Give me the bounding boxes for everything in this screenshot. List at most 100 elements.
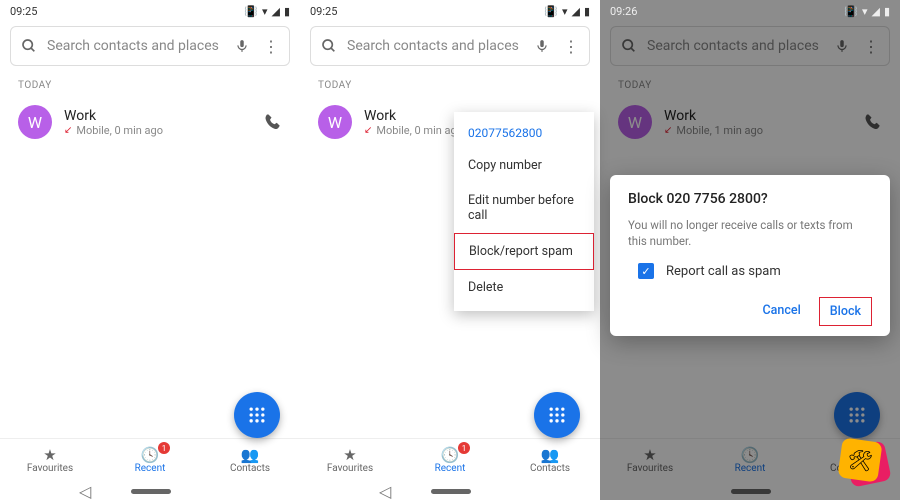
status-icons: 📳 ▾ ◢ ▮ — [244, 5, 290, 18]
dialog-checkbox-row[interactable]: ✓ Report call as spam — [628, 263, 872, 279]
star-icon: ★ — [43, 448, 56, 463]
phone-icon[interactable] — [264, 113, 282, 131]
tab-contacts[interactable]: 👥Contacts — [200, 439, 300, 482]
menu-block-spam[interactable]: Block/report spam — [454, 233, 594, 270]
dialpad-icon — [247, 405, 267, 425]
tab-recent[interactable]: 🕓Recent1 — [100, 439, 200, 482]
phone-icon — [864, 113, 882, 131]
signal-icon: ◢ — [571, 5, 579, 18]
entry-sub: ↙Mobile, 0 min ago — [64, 124, 252, 137]
vibrate-icon: 📳 — [244, 5, 258, 18]
people-icon: 👥 — [541, 448, 560, 463]
mic-icon — [835, 37, 849, 55]
avatar: W — [318, 105, 352, 139]
entry-name: Work — [64, 108, 252, 124]
context-menu: 02077562800 Copy number Edit number befo… — [454, 112, 594, 311]
wifi-icon: ▾ — [862, 5, 868, 18]
call-entry[interactable]: W Work ↙Mobile, 0 min ago — [0, 97, 300, 147]
mic-icon[interactable] — [235, 37, 249, 55]
vibrate-icon: 📳 — [844, 5, 858, 18]
star-icon: ★ — [343, 448, 356, 463]
search-icon — [621, 38, 637, 54]
bottom-tabs: ★Favourites 🕓Recent1 👥Contacts — [0, 438, 300, 482]
phone-screen-3: 09:26 📳 ▾ ◢ ▮ Search contacts and places… — [600, 0, 900, 500]
dialog-actions: Cancel Block — [628, 297, 872, 326]
wifi-icon: ▾ — [262, 5, 268, 18]
cancel-button[interactable]: Cancel — [753, 297, 811, 326]
watermark-icon: 🛠 — [840, 440, 894, 494]
checkbox-icon[interactable]: ✓ — [638, 263, 654, 279]
dialog-title: Block 020 7756 2800? — [628, 191, 872, 207]
nav-back-icon[interactable]: ◁ — [379, 482, 391, 501]
menu-copy-number[interactable]: Copy number — [454, 148, 594, 183]
dialpad-fab — [834, 392, 880, 438]
block-dialog: Block 020 7756 2800? You will no longer … — [610, 175, 890, 336]
clock: 09:25 — [310, 5, 337, 18]
nav-back-icon[interactable]: ◁ — [79, 482, 91, 501]
search-input[interactable]: Search contacts and places — [47, 38, 225, 54]
search-bar: Search contacts and places ⋮ — [610, 26, 890, 66]
nav-home-icon[interactable] — [731, 489, 771, 494]
dialpad-icon — [847, 405, 867, 425]
tab-favourites: ★Favourites — [600, 439, 700, 482]
section-today: TODAY — [600, 74, 900, 97]
badge: 1 — [458, 442, 470, 454]
missed-call-icon: ↙ — [364, 125, 372, 136]
section-today: TODAY — [0, 74, 300, 97]
android-navbar: ◁ □ — [300, 482, 600, 500]
menu-delete[interactable]: Delete — [454, 270, 594, 305]
more-icon[interactable]: ⋮ — [559, 37, 579, 56]
tab-recent: 🕓Recent — [700, 439, 800, 482]
search-input: Search contacts and places — [647, 38, 825, 54]
more-icon[interactable]: ⋮ — [259, 37, 279, 56]
phone-screen-2: 09:25 📳 ▾ ◢ ▮ Search contacts and places… — [300, 0, 600, 500]
dialpad-fab[interactable] — [234, 392, 280, 438]
status-bar: 09:26 📳 ▾ ◢ ▮ — [600, 0, 900, 22]
search-icon — [321, 38, 337, 54]
signal-icon: ◢ — [271, 5, 279, 18]
status-bar: 09:25 📳 ▾ ◢ ▮ — [0, 0, 300, 22]
missed-call-icon: ↙ — [664, 125, 672, 136]
signal-icon: ◢ — [871, 5, 879, 18]
avatar: W — [18, 105, 52, 139]
mic-icon[interactable] — [535, 37, 549, 55]
android-navbar: ◁ □ — [0, 482, 300, 500]
clock: 09:26 — [610, 5, 637, 18]
battery-icon: ▮ — [584, 5, 590, 18]
clock-icon: 🕓 — [441, 448, 460, 463]
search-bar[interactable]: Search contacts and places ⋮ — [10, 26, 290, 66]
status-icons: 📳 ▾ ◢ ▮ — [544, 5, 590, 18]
missed-call-icon: ↙ — [64, 125, 72, 136]
bottom-tabs: ★Favourites 🕓Recent1 👥Contacts — [300, 438, 600, 482]
entry-info: Work ↙Mobile, 1 min ago — [664, 108, 852, 137]
badge: 1 — [158, 442, 170, 454]
avatar: W — [618, 105, 652, 139]
clock-icon: 🕓 — [741, 448, 760, 463]
search-input[interactable]: Search contacts and places — [347, 38, 525, 54]
block-button[interactable]: Block — [819, 297, 872, 326]
status-bar: 09:25 📳 ▾ ◢ ▮ — [300, 0, 600, 22]
section-today: TODAY — [300, 74, 600, 97]
nav-home-icon[interactable] — [431, 489, 471, 494]
tab-contacts[interactable]: 👥Contacts — [500, 439, 600, 482]
more-icon: ⋮ — [859, 37, 879, 56]
menu-edit-number[interactable]: Edit number before call — [454, 183, 594, 233]
dialog-body: You will no longer receive calls or text… — [628, 217, 872, 249]
entry-name: Work — [664, 108, 852, 124]
battery-icon: ▮ — [884, 5, 890, 18]
dialpad-fab[interactable] — [534, 392, 580, 438]
star-icon: ★ — [643, 448, 656, 463]
phone-screen-1: 09:25 📳 ▾ ◢ ▮ Search contacts and places… — [0, 0, 300, 500]
clock: 09:25 — [10, 5, 37, 18]
menu-number: 02077562800 — [454, 118, 594, 148]
search-bar[interactable]: Search contacts and places ⋮ — [310, 26, 590, 66]
vibrate-icon: 📳 — [544, 5, 558, 18]
search-icon — [21, 38, 37, 54]
nav-home-icon[interactable] — [131, 489, 171, 494]
tab-favourites[interactable]: ★Favourites — [0, 439, 100, 482]
tab-favourites[interactable]: ★Favourites — [300, 439, 400, 482]
wifi-icon: ▾ — [562, 5, 568, 18]
dialpad-icon — [547, 405, 567, 425]
checkbox-label: Report call as spam — [666, 264, 781, 279]
tab-recent[interactable]: 🕓Recent1 — [400, 439, 500, 482]
